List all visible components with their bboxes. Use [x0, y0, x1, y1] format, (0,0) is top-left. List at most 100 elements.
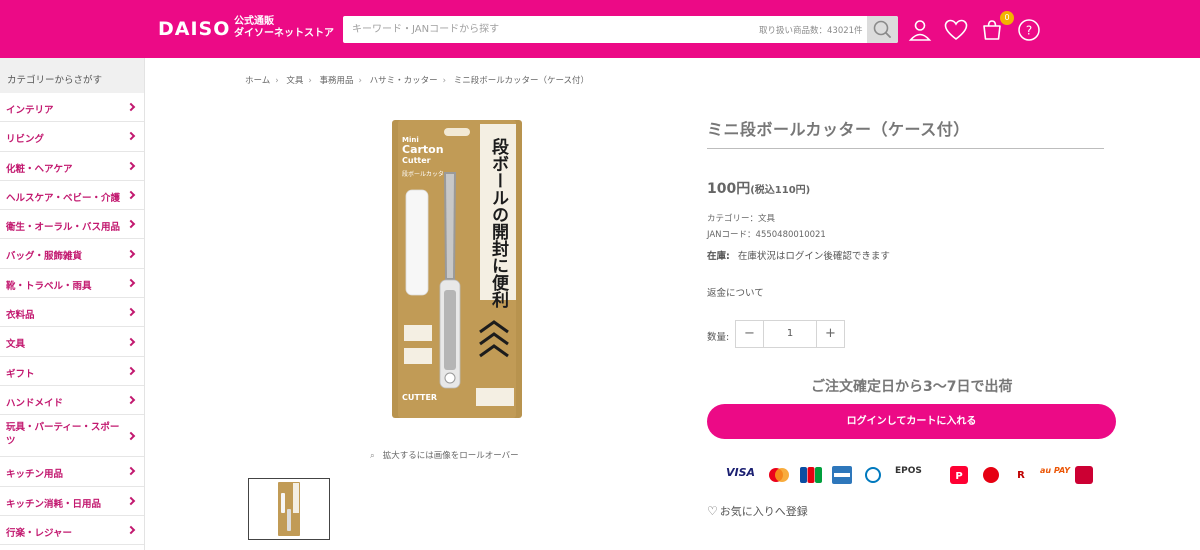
magnifier-icon: ⌕ — [370, 451, 375, 461]
package-bottom-label: CUTTER — [402, 393, 437, 402]
chevron-right-icon — [126, 496, 136, 505]
zoom-hint: ⌕ 拡大するには画像をロールオーバー — [370, 449, 519, 461]
sidebar-item-label: リビング — [6, 134, 45, 146]
search-icon — [873, 20, 891, 38]
chevron-right-icon — [126, 307, 136, 317]
breadcrumb-separator: › — [308, 76, 312, 86]
stock-text: 在庫状況はログイン後確認できます — [737, 251, 890, 262]
quantity-label: 数量: — [707, 332, 730, 343]
sidebar-item-label: キッチン消耗・日用品 — [6, 498, 102, 510]
logo-subtitle-line-1: 公式通販 — [234, 16, 274, 27]
quantity-increase-button[interactable]: + — [816, 321, 844, 347]
add-to-favorites[interactable]: ♡ お気に入りへ登録 — [707, 503, 808, 519]
svg-text:P: P — [955, 471, 962, 482]
svg-text:?: ? — [1026, 24, 1032, 38]
sidebar-item-gift[interactable]: ギフト — [0, 357, 144, 386]
mastercard-logo — [769, 468, 789, 482]
sidebar-item-interior[interactable]: インテリア — [0, 93, 144, 123]
sidebar-item-living[interactable]: リビング — [0, 122, 144, 152]
sidebar-item-label: 行楽・レジャー — [6, 527, 73, 539]
package-vertical-text: 段ボールの開封に便利 — [488, 137, 509, 309]
sidebar-item-label: 玩具・パーティー・スポーツ — [6, 422, 120, 448]
refund-link[interactable]: 返金について — [707, 285, 764, 299]
package-carton: Carton — [402, 143, 444, 156]
breadcrumb-stationery[interactable]: 文具 — [286, 76, 303, 86]
chevron-right-icon — [126, 249, 136, 258]
product-price: 100円(税込110円) — [707, 178, 810, 198]
product-jan: JANコード：4550480010021 — [707, 230, 826, 240]
user-icon[interactable] — [908, 18, 932, 42]
quantity-decrease-button[interactable]: − — [736, 321, 764, 347]
cart-count-badge: 0 — [1000, 11, 1014, 25]
product-image[interactable]: 段ボールの開封に便利 Mini Carton Cutter 段ボールカッター C… — [392, 120, 522, 418]
svg-text:R: R — [1017, 470, 1025, 481]
sidebar-item-label: 靴・トラベル・雨具 — [6, 280, 92, 292]
sidebar-item-clothing[interactable]: 衣料品 — [0, 298, 144, 328]
paypay-logo: P — [950, 466, 968, 484]
package-cutter: Cutter — [402, 156, 431, 165]
sidebar-item-label: 文具 — [6, 339, 26, 351]
sidebar-item-healthcare[interactable]: ヘルスケア・ベビー・介護 — [0, 181, 144, 211]
search-input[interactable] — [343, 16, 763, 43]
sidebar-item-label: インテリア — [6, 105, 54, 116]
sidebar-item-label: 衣料品 — [6, 310, 35, 322]
visa-logo: VISA — [726, 466, 756, 479]
sidebar-item-label: ギフト — [6, 368, 35, 380]
au-pay-logo: au PAY — [1040, 466, 1071, 475]
sidebar-item-handmade[interactable]: ハンドメイド — [0, 386, 144, 416]
sidebar-divider — [144, 58, 145, 550]
sidebar-item-cosmetics[interactable]: 化粧・ヘアケア — [0, 152, 144, 181]
sidebar-item-label: ハンドメイド — [6, 397, 64, 409]
sidebar-item-bags[interactable]: バッグ・服飾雑貨 — [0, 239, 144, 269]
chevron-right-icon — [126, 395, 136, 405]
breadcrumb: ホーム › 文具 › 事務用品 › ハサミ・カッター › ミニ段ボールカッター（ケース付… — [245, 74, 589, 86]
chevron-right-icon — [126, 525, 136, 535]
heart-icon[interactable] — [944, 18, 968, 42]
stock-status: 在庫: 在庫状況はログイン後確認できます — [707, 248, 890, 262]
breadcrumb-current: ミニ段ボールカッター（ケース付） — [453, 76, 590, 86]
logo-subtitle[interactable]: 公式通販 ダイソーネットストア — [234, 16, 334, 40]
item-count: 取り扱い商品数：43021件 — [759, 26, 863, 36]
title-divider — [707, 148, 1104, 149]
chevron-right-icon — [126, 467, 136, 476]
search-bar: 取り扱い商品数：43021件 — [343, 16, 898, 43]
d-barai-logo — [1075, 466, 1093, 484]
sidebar-item-kitchen[interactable]: キッチン用品 — [0, 457, 144, 487]
chevron-right-icon — [126, 102, 136, 112]
sidebar-item-label: キッチン用品 — [6, 469, 64, 481]
sidebar-item-label: バッグ・服飾雑貨 — [6, 251, 83, 263]
price-value: 100円 — [707, 181, 751, 197]
shipping-estimate: ご注文確定日から3〜7日で出荷 — [811, 379, 1013, 395]
quantity-stepper: − 1 + — [735, 320, 845, 348]
breadcrumb-home[interactable]: ホーム — [245, 76, 270, 86]
chevron-right-icon — [126, 337, 136, 346]
epos-logo: EPOS — [895, 466, 922, 476]
price-tax: (税込110円) — [750, 185, 811, 196]
logo-subtitle-line-2: ダイソーネットストア — [234, 28, 334, 39]
breadcrumb-office[interactable]: 事務用品 — [319, 76, 353, 86]
diners-logo — [865, 467, 881, 483]
rakuten-pay-logo: R — [1017, 470, 1025, 481]
search-button[interactable] — [867, 16, 898, 43]
breadcrumb-scissors[interactable]: ハサミ・カッター — [370, 76, 438, 86]
breadcrumb-separator: › — [275, 76, 279, 86]
login-add-to-cart-button[interactable]: ログインしてカートに入れる — [707, 404, 1116, 439]
sidebar-item-label: ヘルスケア・ベビー・介護 — [6, 192, 121, 204]
quantity-input[interactable]: 1 — [764, 321, 816, 347]
sidebar-item-toys[interactable]: 玩具・パーティー・スポーツ — [0, 415, 144, 458]
heart-outline-icon: ♡ — [707, 504, 718, 518]
sidebar-item-hygiene[interactable]: 衛生・オーラル・バス用品 — [0, 210, 144, 240]
chevron-right-icon — [126, 278, 136, 288]
help-icon[interactable]: ? — [1017, 18, 1041, 42]
chevron-right-icon — [126, 431, 136, 441]
sidebar-item-kitchen-consumables[interactable]: キッチン消耗・日用品 — [0, 487, 144, 516]
thumbnail-image — [278, 482, 300, 536]
stock-label: 在庫: — [707, 251, 730, 262]
sidebar-item-shoes-travel[interactable]: 靴・トラベル・雨具 — [0, 269, 144, 299]
sidebar-item-stationery[interactable]: 文具 — [0, 327, 144, 357]
product-thumbnail[interactable] — [248, 478, 330, 540]
category-sidebar: カテゴリーからさがす インテリア リビング 化粧・ヘアケア ヘルスケア・ベビー・… — [0, 58, 144, 550]
sidebar-item-outdoor[interactable]: 行楽・レジャー — [0, 516, 144, 546]
daiso-logo[interactable]: DAISO — [158, 18, 230, 40]
jcb-logo — [800, 467, 822, 483]
